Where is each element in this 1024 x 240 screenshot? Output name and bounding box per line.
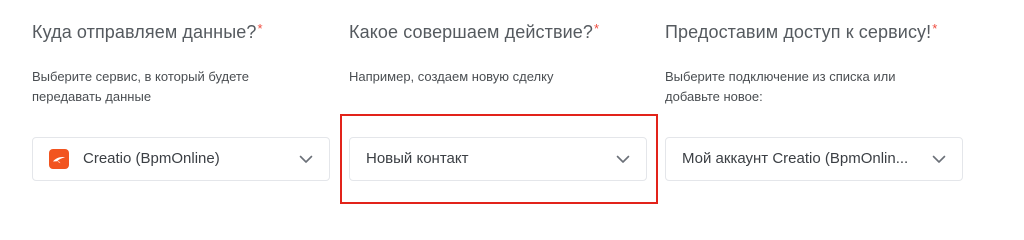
connection-select[interactable]: Мой аккаунт Creatio (BpmOnlin... bbox=[665, 137, 963, 181]
select-value: Новый контакт bbox=[366, 150, 469, 167]
select-value: Creatio (BpmOnline) bbox=[83, 150, 220, 167]
chevron-down-icon bbox=[932, 152, 946, 166]
required-mark: * bbox=[932, 21, 938, 36]
action-select[interactable]: Новый контакт bbox=[349, 137, 647, 181]
chevron-down-icon bbox=[299, 152, 313, 166]
step-title: Куда отправляем данные?* bbox=[32, 21, 263, 42]
chevron-down-icon bbox=[616, 152, 630, 166]
creatio-logo-icon bbox=[49, 149, 69, 169]
step-title: Какое совершаем действие?* bbox=[349, 21, 600, 42]
step-title: Предоставим доступ к сервису!* bbox=[665, 21, 938, 42]
step-hint: Например, создаем новую сделку bbox=[349, 69, 554, 84]
required-mark: * bbox=[257, 21, 263, 36]
select-value: Мой аккаунт Creatio (BpmOnlin... bbox=[682, 150, 909, 167]
service-select[interactable]: Creatio (BpmOnline) bbox=[32, 137, 330, 181]
step-hint: Выберите сервис, в который будете переда… bbox=[32, 69, 249, 104]
step-hint: Выберите подключение из списка или добав… bbox=[665, 69, 896, 104]
required-mark: * bbox=[593, 21, 600, 36]
